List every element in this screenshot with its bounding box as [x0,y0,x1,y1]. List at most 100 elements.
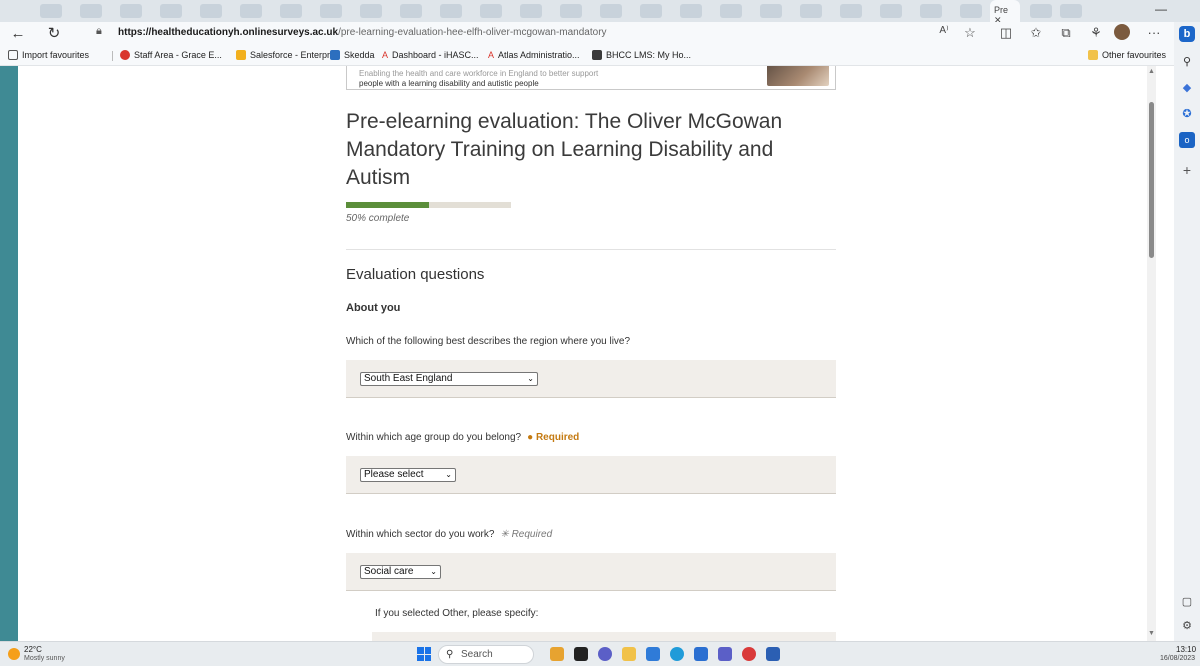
windows-start-icon[interactable] [417,647,431,661]
shopping-tag-icon[interactable]: ◆ [1179,80,1195,96]
answer-box-region: South East England ⌄ [346,360,836,398]
taskbar-chat-icon[interactable] [598,647,612,661]
favourites-bar: Import favourites Staff Area - Grace E..… [0,46,1200,66]
tab[interactable] [880,4,902,18]
tab[interactable] [800,4,822,18]
weather-description: Mostly sunny [24,655,65,662]
clock-time[interactable]: 13:10 [1176,645,1196,654]
favourite-dashboard[interactable]: A Dashboard - iHASC... [382,50,479,60]
tab[interactable] [80,4,102,18]
search-icon: ⚲ [446,649,454,660]
store-icon[interactable] [694,647,708,661]
favourite-star-icon[interactable]: ☆ [960,25,980,41]
question-age: Within which age group do you belong? ● R… [346,432,579,443]
url-field[interactable]: https://healtheducationyh.onlinesurveys.… [118,27,607,38]
import-favourites-link[interactable]: Import favourites [8,50,89,60]
bing-chat-icon[interactable]: b [1179,26,1195,42]
favourite-staff-area[interactable]: Staff Area - Grace E... [120,50,222,60]
lock-icon[interactable]: 🔒︎ [96,25,102,38]
more-menu-icon[interactable]: ··· [1144,25,1164,40]
tab[interactable] [200,4,222,18]
tab[interactable] [720,4,742,18]
add-icon[interactable]: + [1179,162,1195,178]
scroll-down-icon[interactable]: ▼ [1147,630,1156,637]
favourite-icon [592,50,602,60]
file-explorer-icon[interactable] [622,647,636,661]
favourite-skedda[interactable]: Skedda [330,50,375,60]
tab[interactable] [440,4,462,18]
tab[interactable] [360,4,382,18]
question-sector-text: Within which sector do you work? [346,529,495,540]
tab[interactable] [760,4,782,18]
tab[interactable] [320,4,342,18]
age-select[interactable]: Please select ⌄ [360,468,456,482]
taskbar-app-icon[interactable] [574,647,588,661]
question-region: Which of the following best describes th… [346,336,630,347]
other-favourites-folder[interactable]: Other favourites [1088,50,1166,60]
chevron-down-icon: ⌄ [430,567,437,576]
tab[interactable] [400,4,422,18]
teams-icon[interactable] [718,647,732,661]
sidebar-layout-icon[interactable]: ▢ [1179,594,1195,610]
sector-select[interactable]: Social care ⌄ [360,565,441,579]
extensions-icon[interactable]: ⚘ [1086,25,1106,41]
taskbar-search[interactable]: ⚲ Search [438,645,534,664]
collections-icon[interactable]: ⧉ [1056,25,1076,41]
taskbar-app-icon[interactable] [550,647,564,661]
tab[interactable] [160,4,182,18]
url-host: https://healtheducationyh.onlinesurveys.… [118,27,339,38]
favourite-icon [120,50,130,60]
region-select[interactable]: South East England ⌄ [360,372,538,386]
word-icon[interactable] [766,647,780,661]
tab[interactable] [280,4,302,18]
page-scrollbar[interactable]: ▲ ▼ [1147,66,1156,641]
tab[interactable] [480,4,502,18]
scroll-up-icon[interactable]: ▲ [1147,68,1156,75]
other-specify-label: If you selected Other, please specify: [375,608,539,619]
answer-box-sector: Social care ⌄ [346,553,836,591]
weather-sun-icon[interactable] [8,648,20,660]
tab[interactable] [640,4,662,18]
favourite-label: Staff Area - Grace E... [134,50,222,60]
other-specify-box[interactable] [372,632,836,641]
tab[interactable] [1030,4,1052,18]
refresh-icon[interactable]: ↻ [44,24,64,44]
split-screen-icon[interactable]: ◫ [996,25,1016,41]
minimize-icon[interactable]: — [1155,2,1167,16]
favourite-salesforce[interactable]: Salesforce - Enterpr... [236,50,337,60]
tab[interactable] [960,4,982,18]
favourite-atlas[interactable]: A Atlas Administratio... [488,50,580,60]
tab[interactable] [560,4,582,18]
weather-temperature[interactable]: 22°C [24,645,42,654]
tab[interactable] [920,4,942,18]
tab[interactable] [520,4,542,18]
taskbar-app-icon[interactable] [646,647,660,661]
survey-banner: Enabling the health and care workforce i… [346,66,836,90]
url-path: /pre-learning-evaluation-hee-elfh-oliver… [338,27,607,38]
tab[interactable] [240,4,262,18]
taskbar-app-icon[interactable] [742,647,756,661]
page-title: Pre-elearning evaluation: The Oliver McG… [346,110,783,189]
tab[interactable] [40,4,62,18]
tab[interactable] [680,4,702,18]
age-select-value: Please select [364,469,424,480]
page-viewport: Enabling the health and care workforce i… [18,66,1174,641]
outlook-icon[interactable]: o [1179,132,1195,148]
tab[interactable] [1060,4,1082,18]
tools-icon[interactable]: ✪ [1179,106,1195,122]
read-aloud-icon[interactable]: A⁾ [934,25,954,36]
other-favourites-label: Other favourites [1102,50,1167,60]
tab[interactable] [600,4,622,18]
search-icon[interactable]: ⚲ [1179,54,1195,70]
tab[interactable] [120,4,142,18]
scrollbar-thumb[interactable] [1149,102,1154,258]
favourites-icon[interactable]: ✩ [1026,25,1046,41]
settings-gear-icon[interactable]: ⚙ [1179,618,1195,634]
edge-browser-icon[interactable] [670,647,684,661]
tab[interactable] [840,4,862,18]
section-title: Evaluation questions [346,266,485,283]
back-icon[interactable]: ← [8,24,28,44]
active-tab[interactable]: Pre ✕ [990,0,1020,22]
favourite-bhcc-lms[interactable]: BHCC LMS: My Ho... [592,50,691,60]
profile-avatar[interactable] [1114,24,1130,40]
